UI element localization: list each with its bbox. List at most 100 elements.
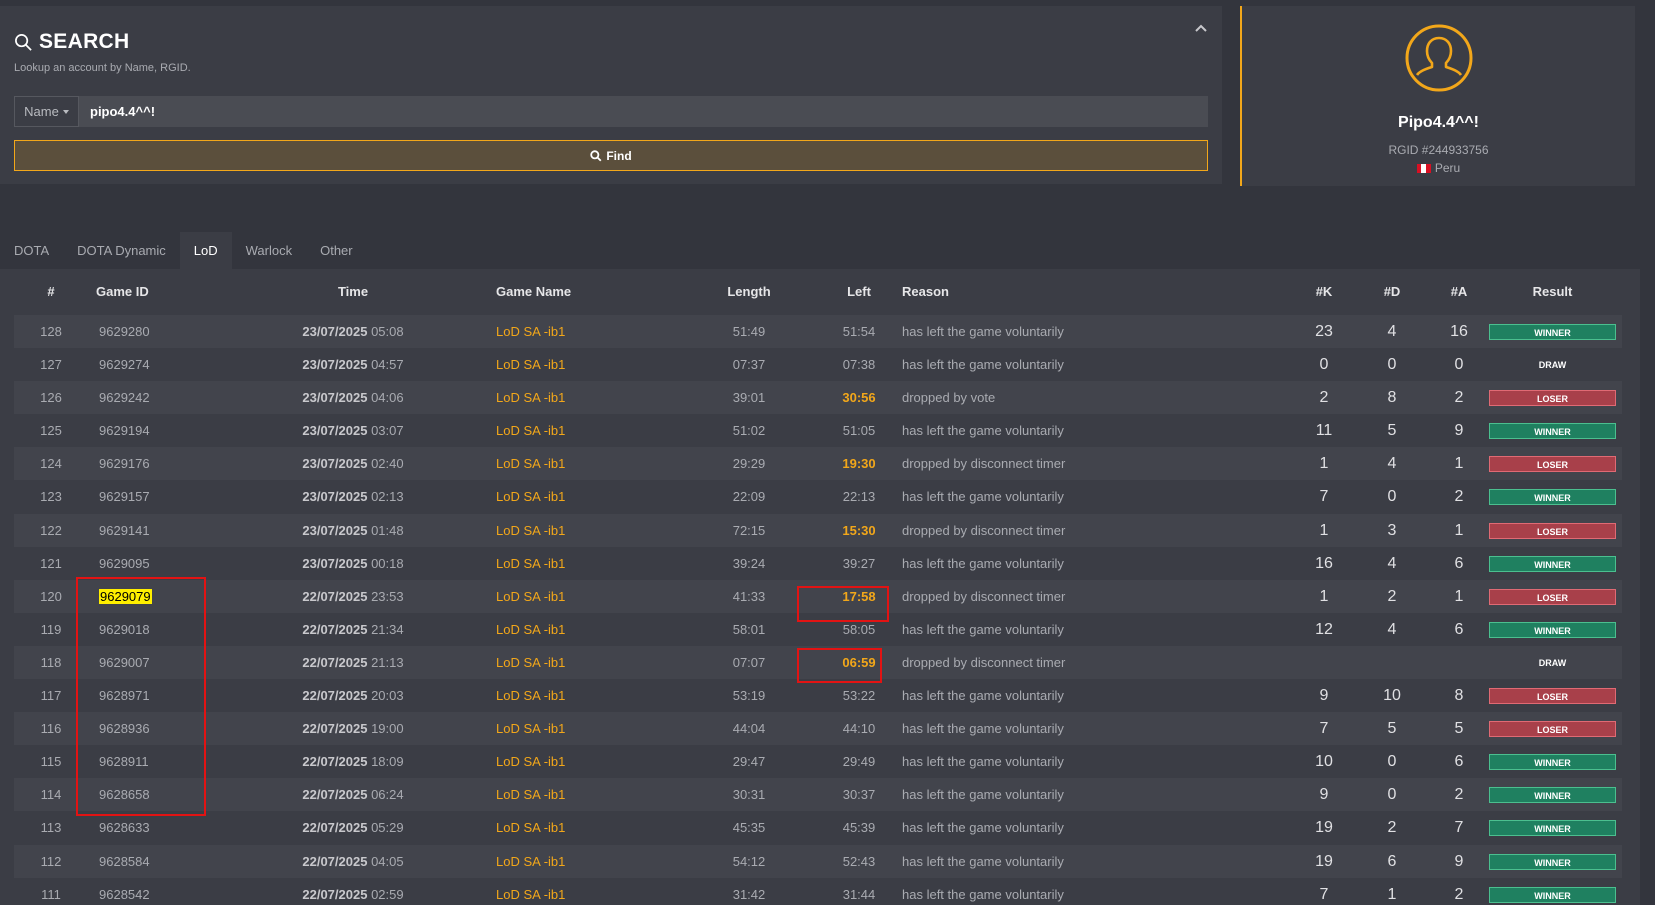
- table-row[interactable]: 114 9628658 22/07/2025 06:24 LoD SA -ib1 30:…: [14, 778, 1622, 812]
- tab-warlock[interactable]: Warlock: [232, 232, 306, 269]
- game-name-link[interactable]: LoD SA -ib1: [496, 712, 565, 745]
- annotation-box-game-ids: [76, 577, 206, 816]
- search-input[interactable]: pipo4.4^^!: [79, 96, 1208, 127]
- col-length: Length: [727, 284, 771, 299]
- result-cell: WINNER: [1489, 878, 1616, 905]
- game-name-link[interactable]: LoD SA -ib1: [496, 811, 565, 844]
- game-date: 22/07/2025: [302, 886, 368, 902]
- kills: 7: [1319, 885, 1329, 903]
- game-time: 23/07/2025 03:07: [278, 414, 428, 447]
- game-clock: 04:57: [371, 357, 404, 373]
- game-id[interactable]: 9629141: [99, 514, 150, 547]
- annotation-box-left-1: [797, 586, 889, 622]
- table-row[interactable]: 124 9629176 23/07/2025 02:40 LoD SA -ib1 29:…: [14, 447, 1622, 481]
- game-name-link[interactable]: LoD SA -ib1: [496, 547, 565, 580]
- game-id[interactable]: 9629194: [99, 414, 150, 447]
- game-time: 22/07/2025 23:53: [278, 580, 428, 613]
- game-id[interactable]: 9629095: [99, 547, 150, 580]
- game-time: 22/07/2025 20:03: [278, 679, 428, 712]
- profile-country-label: Peru: [1434, 161, 1461, 175]
- game-name-link[interactable]: LoD SA -ib1: [496, 679, 565, 712]
- find-button[interactable]: Find: [14, 140, 1208, 171]
- game-date: 23/07/2025: [302, 357, 368, 373]
- result-badge: WINNER: [1489, 787, 1616, 804]
- table-row[interactable]: 115 9628911 22/07/2025 18:09 LoD SA -ib1 29:…: [14, 745, 1622, 778]
- game-time: 23/07/2025 02:13: [278, 480, 428, 513]
- result-badge: WINNER: [1489, 555, 1616, 572]
- table-row[interactable]: 122 9629141 23/07/2025 01:48 LoD SA -ib1 72:…: [14, 513, 1622, 547]
- game-name-link[interactable]: LoD SA -ib1: [496, 315, 565, 348]
- game-name-link[interactable]: LoD SA -ib1: [496, 646, 565, 679]
- game-id[interactable]: 9629176: [99, 447, 150, 480]
- result-cell: WINNER: [1489, 811, 1616, 844]
- game-id[interactable]: 9629280: [99, 315, 150, 348]
- game-name-link[interactable]: LoD SA -ib1: [496, 580, 565, 613]
- row-number: 128: [40, 324, 62, 339]
- tab-dota[interactable]: DOTA: [0, 232, 63, 269]
- game-name-link[interactable]: LoD SA -ib1: [496, 414, 565, 447]
- game-name-link[interactable]: LoD SA -ib1: [496, 348, 565, 381]
- table-row[interactable]: 126 9629242 23/07/2025 04:06 LoD SA -ib1 39:…: [14, 381, 1622, 415]
- game-date: 22/07/2025: [302, 820, 368, 836]
- game-name-link[interactable]: LoD SA -ib1: [496, 845, 565, 878]
- search-icon: [590, 149, 602, 161]
- game-date: 22/07/2025: [302, 721, 368, 737]
- result-cell: DRAW: [1489, 348, 1616, 381]
- result-badge: LOSER: [1489, 688, 1616, 705]
- table-row[interactable]: 116 9628936 22/07/2025 19:00 LoD SA -ib1 44:…: [14, 712, 1622, 746]
- table-row[interactable]: 121 9629095 23/07/2025 00:18 LoD SA -ib1 39:…: [14, 547, 1622, 580]
- game-id[interactable]: 9628584: [99, 845, 150, 878]
- game-name-link[interactable]: LoD SA -ib1: [496, 613, 565, 646]
- game-date: 23/07/2025: [302, 489, 368, 505]
- game-name-link[interactable]: LoD SA -ib1: [496, 480, 565, 513]
- table-row[interactable]: 125 9629194 23/07/2025 03:07 LoD SA -ib1 51:…: [14, 414, 1622, 447]
- game-name-link[interactable]: LoD SA -ib1: [496, 878, 565, 905]
- table-row[interactable]: 128 9629280 23/07/2025 05:08 LoD SA -ib1 51:…: [14, 315, 1622, 349]
- game-name-link[interactable]: LoD SA -ib1: [496, 778, 565, 811]
- table-row[interactable]: 111 9628542 22/07/2025 02:59 LoD SA -ib1 31:…: [14, 878, 1622, 905]
- game-id[interactable]: 9629274: [99, 348, 150, 381]
- game-id[interactable]: 9629242: [99, 381, 150, 414]
- table-row[interactable]: 127 9629274 23/07/2025 04:57 LoD SA -ib1 07:…: [14, 348, 1622, 381]
- search-type-dropdown[interactable]: Name: [14, 96, 79, 127]
- leave-reason: dropped by disconnect timer: [902, 654, 1066, 670]
- game-id[interactable]: 9628542: [99, 878, 150, 905]
- game-clock: 04:06: [371, 390, 404, 406]
- game-length: 30:31: [732, 787, 766, 803]
- game-clock: 00:18: [371, 555, 404, 571]
- game-time: 22/07/2025 05:29: [278, 811, 428, 844]
- tab-other[interactable]: Other: [306, 232, 367, 269]
- game-clock: 02:13: [371, 489, 404, 505]
- game-name-link[interactable]: LoD SA -ib1: [496, 381, 565, 414]
- table-row[interactable]: 113 9628633 22/07/2025 05:29 LoD SA -ib1 45:…: [14, 811, 1622, 844]
- game-id[interactable]: 9629157: [99, 480, 150, 513]
- search-heading: SEARCH: [14, 30, 129, 54]
- result-badge: WINNER: [1489, 423, 1616, 440]
- game-name-link[interactable]: LoD SA -ib1: [496, 514, 565, 547]
- game-id[interactable]: 9628633: [99, 811, 150, 844]
- game-length: 53:19: [732, 688, 766, 704]
- deaths: 0: [1387, 356, 1397, 374]
- table-row[interactable]: 117 9628971 22/07/2025 20:03 LoD SA -ib1 53:…: [14, 679, 1622, 712]
- deaths: 4: [1387, 455, 1397, 473]
- table-row[interactable]: 112 9628584 22/07/2025 04:05 LoD SA -ib1 54:…: [14, 844, 1622, 878]
- left-time: 30:37: [842, 787, 876, 803]
- deaths: 5: [1387, 422, 1397, 440]
- game-name-link[interactable]: LoD SA -ib1: [496, 745, 565, 778]
- assists: 2: [1454, 389, 1464, 407]
- leave-reason: has left the game voluntarily: [902, 688, 1064, 704]
- table-row[interactable]: 123 9629157 23/07/2025 02:13 LoD SA -ib1 22:…: [14, 480, 1622, 513]
- game-length: 51:02: [732, 423, 766, 439]
- leave-reason: has left the game voluntarily: [902, 621, 1064, 637]
- kills: [1304, 646, 1344, 679]
- tab-dota-dynamic[interactable]: DOTA Dynamic: [63, 232, 180, 269]
- game-date: 23/07/2025: [302, 390, 368, 406]
- game-mode-tabs: DOTA DOTA Dynamic LoD Warlock Other: [0, 232, 367, 269]
- col-game-id: Game ID: [96, 284, 149, 299]
- chevron-up-icon[interactable]: [1194, 20, 1208, 38]
- tab-lod[interactable]: LoD: [179, 232, 232, 269]
- result-badge: DRAW: [1538, 360, 1567, 371]
- assists: 6: [1454, 753, 1464, 771]
- deaths: 4: [1387, 554, 1397, 572]
- game-name-link[interactable]: LoD SA -ib1: [496, 447, 565, 480]
